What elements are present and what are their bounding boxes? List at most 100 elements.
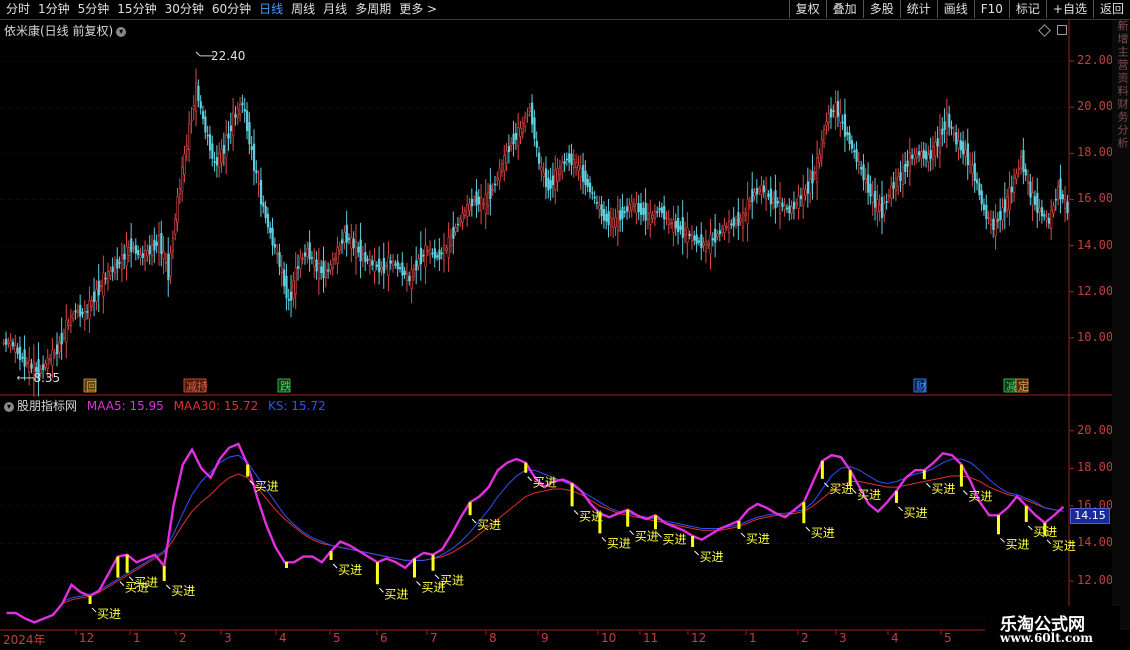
candle-body — [744, 213, 747, 217]
candle-body — [704, 241, 708, 252]
candle-body — [294, 267, 297, 295]
candle-body — [1066, 201, 1069, 214]
buy-signal-arrow — [694, 550, 699, 556]
candle-body — [241, 102, 244, 106]
candle-body — [461, 212, 464, 223]
buy-signal-bar — [626, 509, 630, 527]
candle-body — [874, 190, 877, 208]
candle-body — [781, 202, 784, 207]
candle-body — [892, 181, 895, 189]
buy-signal-bar — [125, 554, 129, 573]
candle-body — [106, 271, 110, 283]
candle-body — [973, 163, 976, 182]
candle-body — [697, 240, 701, 243]
buy-signal-arrow — [963, 490, 968, 495]
candle-body — [989, 219, 993, 225]
candle-body — [484, 193, 487, 215]
candle-body — [151, 244, 154, 257]
buy-signal-label: 买进 — [338, 563, 362, 577]
candle-body — [549, 180, 552, 189]
candle-body — [392, 261, 395, 266]
candle-body — [213, 161, 216, 163]
candle-body — [264, 206, 267, 219]
candle-body — [568, 153, 571, 163]
candle-body — [762, 185, 766, 193]
candle-body — [582, 165, 585, 182]
candle-body — [1015, 173, 1018, 180]
candle-body — [153, 239, 156, 251]
candle-body — [329, 264, 332, 271]
candle-body — [1020, 156, 1023, 169]
candle-body — [93, 291, 96, 303]
buy-signal-arrow — [573, 510, 579, 515]
buy-signal-label: 买进 — [97, 607, 121, 621]
candle-body — [141, 253, 144, 258]
candle-body — [809, 178, 812, 194]
candle-body — [250, 146, 253, 151]
candle-body — [665, 217, 668, 219]
candle-body — [303, 252, 307, 257]
buy-signal-arrow — [601, 537, 607, 542]
buy-signal-arrow — [898, 506, 903, 512]
candle-body — [357, 246, 360, 253]
candle-body — [925, 151, 928, 160]
candle-body — [878, 204, 881, 212]
candle-body — [887, 194, 891, 198]
candle-body — [535, 141, 538, 148]
buy-signal-bar — [820, 460, 824, 479]
candle-body — [850, 140, 854, 149]
candle-body — [199, 101, 202, 109]
y-tick-label: 18.00 — [1077, 460, 1114, 475]
candle-body — [751, 188, 754, 203]
x-month-label: 5 — [944, 631, 952, 645]
candle-body — [398, 267, 402, 269]
candle-body — [438, 249, 441, 260]
candle-body — [86, 311, 89, 313]
candle-body — [642, 207, 645, 215]
candle-body — [1001, 207, 1004, 221]
candle-body — [911, 154, 914, 159]
candle-body — [130, 238, 133, 253]
candle-body — [118, 261, 121, 264]
candle-body — [672, 219, 675, 233]
candle-body — [542, 172, 545, 177]
candle-body — [44, 363, 47, 368]
candle-body — [88, 300, 91, 320]
candle-body — [201, 111, 205, 119]
buy-signal-arrow — [416, 581, 421, 586]
candle-body — [229, 125, 233, 132]
buy-signal-label: 买进 — [635, 530, 659, 544]
candle-body — [53, 352, 56, 356]
candle-body — [470, 198, 474, 207]
candle-body — [684, 229, 687, 236]
candle-body — [90, 300, 93, 307]
candle-body — [765, 188, 768, 199]
candle-body — [646, 212, 650, 221]
candle-body — [628, 204, 631, 212]
buy-signal-label: 买进 — [1005, 537, 1029, 551]
candle-body — [234, 114, 237, 118]
candle-body — [466, 204, 469, 217]
candle-body — [554, 169, 557, 190]
candle-body — [350, 237, 353, 249]
candle-body — [999, 210, 1002, 221]
buy-signal-label: 买进 — [857, 488, 881, 502]
event-marker-label: 跌 — [280, 379, 291, 393]
candle-body — [396, 261, 399, 270]
chart-canvas[interactable]: 22.40← 8.35回 减持跌财减定 买进买进买进买进买进买进买进 买进买进买进买进… — [0, 0, 1112, 650]
candle-body — [776, 200, 779, 204]
low-price-label: 8.35 — [33, 371, 60, 385]
candle-body — [313, 259, 316, 267]
candle-body — [496, 177, 499, 181]
candle-body — [614, 217, 617, 228]
buy-signal-label: 买进 — [811, 526, 835, 540]
side-info-strip[interactable]: 新增主营资料财务分析 — [1112, 20, 1130, 630]
candle-body — [1003, 199, 1007, 213]
candle-body — [862, 164, 865, 181]
candle-body — [389, 260, 392, 264]
candle-body — [510, 142, 513, 146]
buy-signal-arrow — [925, 482, 931, 488]
candle-body — [447, 236, 450, 258]
candle-body — [818, 154, 821, 163]
candle-body — [707, 243, 710, 246]
